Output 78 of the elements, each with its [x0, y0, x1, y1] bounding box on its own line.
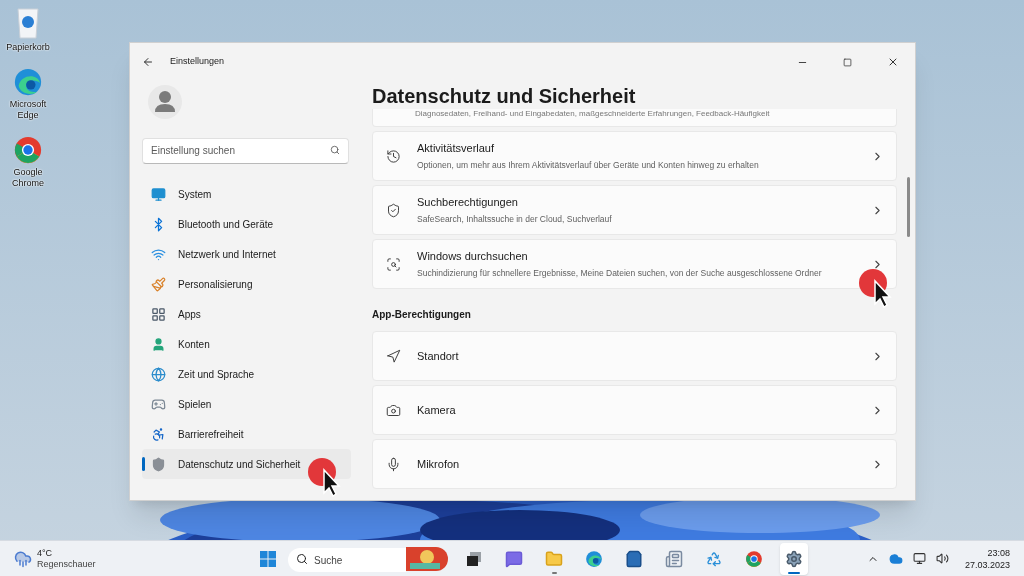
microphone-icon: [385, 456, 401, 472]
sidebar-item[interactable]: Datenschutz und Sicherheit: [142, 449, 351, 479]
globe-icon: [150, 366, 166, 382]
settings-card[interactable]: Aktivitätsverlauf Optionen, um mehr aus Ihrem Aktivitätsverlauf über Geräte und Konten hinweg zu erhalten: [372, 131, 897, 181]
cursor-click-icon: [858, 268, 894, 308]
windows-logo-icon[interactable]: [260, 550, 276, 567]
scrollbar-thumb[interactable]: [907, 177, 910, 237]
sidebar-item[interactable]: Barrierefreiheit: [142, 419, 351, 449]
page-title: Datenschutz und Sicherheit: [372, 84, 637, 109]
settings-card[interactable]: Mikrofon: [372, 439, 897, 489]
chrome-logo-icon[interactable]: [745, 549, 763, 568]
task-view-icon[interactable]: [466, 550, 482, 567]
search-field[interactable]: Einstellung suchen: [142, 137, 349, 164]
search-icon: [330, 145, 340, 155]
apps-icon: [150, 306, 166, 322]
sidebar-item[interactable]: Personalisierung: [142, 269, 351, 299]
card-title: Windows durchsuchen: [417, 248, 529, 264]
settings-card[interactable]: Windows durchsuchen Suchindizierung für schnellere Ergebnisse, Meine Dateien suchen, von der Suche ausgeschlossene Ordner: [372, 239, 897, 289]
paintbrush-icon: [150, 276, 166, 292]
desktop-icon-label[interactable]: Papierkorb: [4, 42, 52, 53]
desktop-icon-label[interactable]: Google Chrome: [4, 167, 52, 189]
settings-card[interactable]: Kamera: [372, 385, 897, 435]
recycle-icon[interactable]: [706, 550, 722, 567]
sidebar-item[interactable]: Bluetooth und Geräte: [142, 209, 351, 239]
folder-icon[interactable]: [545, 549, 563, 568]
card-title: Kamera: [417, 402, 457, 418]
sidebar-item[interactable]: Zeit und Sprache: [142, 359, 351, 389]
edge-logo-icon[interactable]: [13, 67, 43, 97]
gamepad-icon: [150, 396, 166, 412]
location-arrow-icon: [385, 348, 401, 364]
card-title: Mikrofon: [417, 456, 461, 472]
sidebar-item[interactable]: Konten: [142, 329, 351, 359]
sidebar-item[interactable]: Apps: [142, 299, 351, 329]
section-heading: App-Berechtigungen: [372, 308, 472, 322]
sidebar-item[interactable]: System: [142, 179, 351, 209]
card-title: Standort: [417, 348, 460, 364]
sidebar-item[interactable]: Spielen: [142, 389, 351, 419]
clock[interactable]: 23:08 27.03.2023: [964, 546, 1010, 571]
weather-condition[interactable]: Regenschauer: [37, 558, 96, 570]
search-icon: [296, 552, 308, 565]
edge-logo-icon[interactable]: [585, 549, 603, 568]
user-icon: [150, 336, 166, 352]
weather-icon[interactable]: [14, 549, 32, 568]
gear-icon[interactable]: [785, 549, 803, 568]
sidebar-item[interactable]: Netzwerk und Internet: [142, 239, 351, 269]
weather-temperature[interactable]: 4°C: [37, 547, 96, 559]
shield-icon: [385, 202, 401, 218]
cloud-icon[interactable]: [888, 551, 903, 566]
speaker-icon[interactable]: [935, 552, 949, 565]
cursor-click-icon: [307, 457, 343, 497]
wifi-icon: [150, 246, 166, 262]
shield-icon: [150, 456, 166, 472]
card-description: Suchindizierung für schnellere Ergebnisse, Meine Dateien suchen, von der Suche ausgeschlossene Ordner: [417, 267, 823, 281]
taskbar-app[interactable]: [780, 542, 808, 575]
search-icon: [385, 256, 401, 272]
monitor-icon: [150, 186, 166, 202]
settings-card[interactable]: Standort: [372, 331, 897, 381]
accessibility-icon: [150, 426, 166, 442]
maximize-icon[interactable]: [843, 57, 852, 67]
card-description: SafeSearch, Inhaltssuche in der Cloud, Suchverlauf: [417, 213, 613, 227]
monitor-icon[interactable]: [912, 552, 926, 565]
taskbar-search-field[interactable]: Suche: [288, 548, 406, 572]
history-icon: [385, 148, 401, 164]
search-highlight-icon: [406, 546, 448, 571]
camera-icon: [385, 402, 401, 418]
card-description: Diagnosedaten, Freihand- und Eingabedaten, maßgeschneiderte Erfahrungen, Feedback-Häufigkeit: [415, 109, 770, 119]
chat-icon[interactable]: [505, 549, 523, 568]
card-title: Suchberechtigungen: [417, 194, 519, 210]
settings-card[interactable]: Diagnosedaten, Freihand- und Eingabedaten, maßgeschneiderte Erfahrungen, Feedback-Häufigkeit: [372, 109, 897, 127]
window-title: Einstellungen: [170, 55, 225, 69]
desktop-icon-label[interactable]: Microsoft Edge: [4, 99, 52, 121]
back-arrow-icon[interactable]: [142, 56, 154, 68]
settings-card[interactable]: Suchberechtigungen SafeSearch, Inhaltssuche in der Cloud, Suchverlauf: [372, 185, 897, 235]
card-description: Optionen, um mehr aus Ihrem Aktivitätsverlauf über Geräte und Konten hinweg zu erhalten: [417, 159, 760, 173]
card-title: Aktivitätsverlauf: [417, 140, 496, 156]
chrome-logo-icon[interactable]: [13, 135, 43, 165]
newspaper-icon[interactable]: [665, 549, 683, 568]
avatar-icon[interactable]: [148, 85, 182, 119]
